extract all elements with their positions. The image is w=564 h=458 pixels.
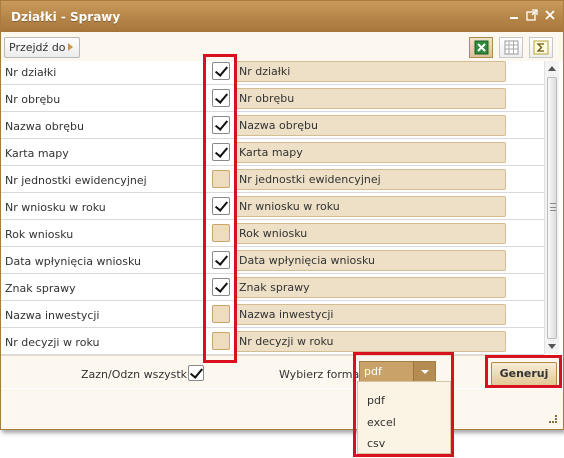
chevron-down-icon[interactable] bbox=[413, 362, 435, 381]
list-item: Data wpłynięcia wniosku Data wpłynięcia … bbox=[1, 247, 544, 274]
list-item: Znak sprawy Znak sprawy bbox=[1, 274, 544, 301]
row-field[interactable]: Nazwa obrębu bbox=[235, 115, 506, 136]
row-label: Nazwa obrębu bbox=[5, 120, 84, 133]
row-label: Nr wniosku w roku bbox=[5, 201, 106, 214]
row-label: Znak sprawy bbox=[5, 282, 76, 295]
format-option[interactable]: csv bbox=[367, 437, 385, 450]
grip-icon bbox=[550, 203, 556, 211]
row-checkbox[interactable] bbox=[212, 170, 230, 188]
row-field[interactable]: Znak sprawy bbox=[235, 277, 506, 298]
list-item: Nr decyzji w roku Nr decyzji w roku bbox=[1, 328, 544, 355]
row-checkbox[interactable] bbox=[212, 89, 230, 107]
window-footer bbox=[1, 389, 563, 429]
row-field[interactable]: Rok wniosku bbox=[235, 223, 506, 244]
row-field[interactable]: Karta mapy bbox=[235, 142, 506, 163]
row-label: Data wpłynięcia wniosku bbox=[5, 255, 142, 268]
row-label: Nr obrębu bbox=[5, 93, 61, 106]
row-field[interactable]: Nr działki bbox=[235, 61, 506, 82]
scroll-thumb[interactable] bbox=[547, 77, 557, 339]
row-label: Nr decyzji w roku bbox=[5, 336, 100, 349]
row-checkbox[interactable] bbox=[212, 332, 230, 350]
row-field[interactable]: Nr obrębu bbox=[235, 88, 506, 109]
row-checkbox[interactable] bbox=[212, 197, 230, 215]
list-item: Nr obrębu Nr obrębu bbox=[1, 85, 544, 112]
row-label: Nazwa inwestycji bbox=[5, 309, 100, 322]
window-title: Działki - Sprawy bbox=[11, 10, 121, 24]
window-titlebar[interactable]: Działki - Sprawy bbox=[1, 1, 563, 32]
list-item: Rok wniosku Rok wniosku bbox=[1, 220, 544, 247]
row-label: Karta mapy bbox=[5, 147, 69, 160]
sum-icon[interactable] bbox=[529, 37, 553, 58]
dzialki-sprawy-window: Działki - Sprawy Przejdź do Nr działki N… bbox=[0, 0, 564, 430]
scroll-up-icon[interactable] bbox=[548, 66, 556, 71]
scroll-down-icon[interactable] bbox=[548, 344, 556, 349]
row-field[interactable]: Nr wniosku w roku bbox=[235, 196, 506, 217]
column-list: Nr działki Nr działki Nr obrębu Nr obręb… bbox=[1, 58, 544, 355]
row-field[interactable]: Nr decyzji w roku bbox=[235, 331, 506, 352]
row-field[interactable]: Nazwa inwestycji bbox=[235, 304, 506, 325]
format-option[interactable]: pdf bbox=[367, 394, 385, 407]
row-checkbox[interactable] bbox=[212, 62, 230, 80]
list-item: Nr działki Nr działki bbox=[1, 58, 544, 85]
excel-icon[interactable] bbox=[469, 37, 493, 58]
resize-handle-icon[interactable] bbox=[549, 415, 557, 423]
generate-button[interactable]: Generuj bbox=[491, 362, 557, 386]
list-item: Nazwa inwestycji Nazwa inwestycji bbox=[1, 301, 544, 328]
row-checkbox[interactable] bbox=[212, 305, 230, 323]
format-dropdown-list: pdf excel csv bbox=[357, 381, 451, 454]
row-field[interactable]: Data wpłynięcia wniosku bbox=[235, 250, 506, 271]
select-all-checkbox[interactable] bbox=[188, 365, 204, 381]
row-field[interactable]: Nr jednostki ewidencyjnej bbox=[235, 169, 506, 190]
format-selected-value: pdf bbox=[364, 365, 382, 378]
goto-button[interactable]: Przejdź do bbox=[4, 37, 80, 58]
row-checkbox[interactable] bbox=[212, 143, 230, 161]
list-item: Nazwa obrębu Nazwa obrębu bbox=[1, 112, 544, 139]
row-label: Nr działki bbox=[5, 66, 57, 79]
select-all-label: Zazn/Odzn wszystkie: bbox=[81, 368, 201, 381]
goto-label: Przejdź do bbox=[9, 41, 66, 54]
popout-icon[interactable] bbox=[525, 8, 539, 22]
row-checkbox[interactable] bbox=[212, 278, 230, 296]
table-icon[interactable] bbox=[499, 37, 523, 58]
toolbar: Przejdź do bbox=[1, 32, 563, 61]
row-checkbox[interactable] bbox=[212, 251, 230, 269]
list-item: Karta mapy Karta mapy bbox=[1, 139, 544, 166]
row-label: Rok wniosku bbox=[5, 228, 74, 241]
bottom-bar: Zazn/Odzn wszystkie: Wybierz format pdf … bbox=[1, 355, 563, 388]
close-icon[interactable] bbox=[543, 8, 557, 22]
format-select[interactable]: pdf bbox=[359, 361, 436, 382]
format-label: Wybierz format bbox=[279, 368, 364, 381]
list-item: Nr jednostki ewidencyjnej Nr jednostki e… bbox=[1, 166, 544, 193]
minimize-icon[interactable] bbox=[507, 8, 521, 22]
row-label: Nr jednostki ewidencyjnej bbox=[5, 174, 147, 187]
row-checkbox[interactable] bbox=[212, 224, 230, 242]
format-option[interactable]: excel bbox=[367, 416, 396, 429]
row-checkbox[interactable] bbox=[212, 116, 230, 134]
list-item: Nr wniosku w roku Nr wniosku w roku bbox=[1, 193, 544, 220]
arrow-right-icon bbox=[68, 43, 73, 51]
vertical-scrollbar[interactable] bbox=[544, 61, 559, 354]
